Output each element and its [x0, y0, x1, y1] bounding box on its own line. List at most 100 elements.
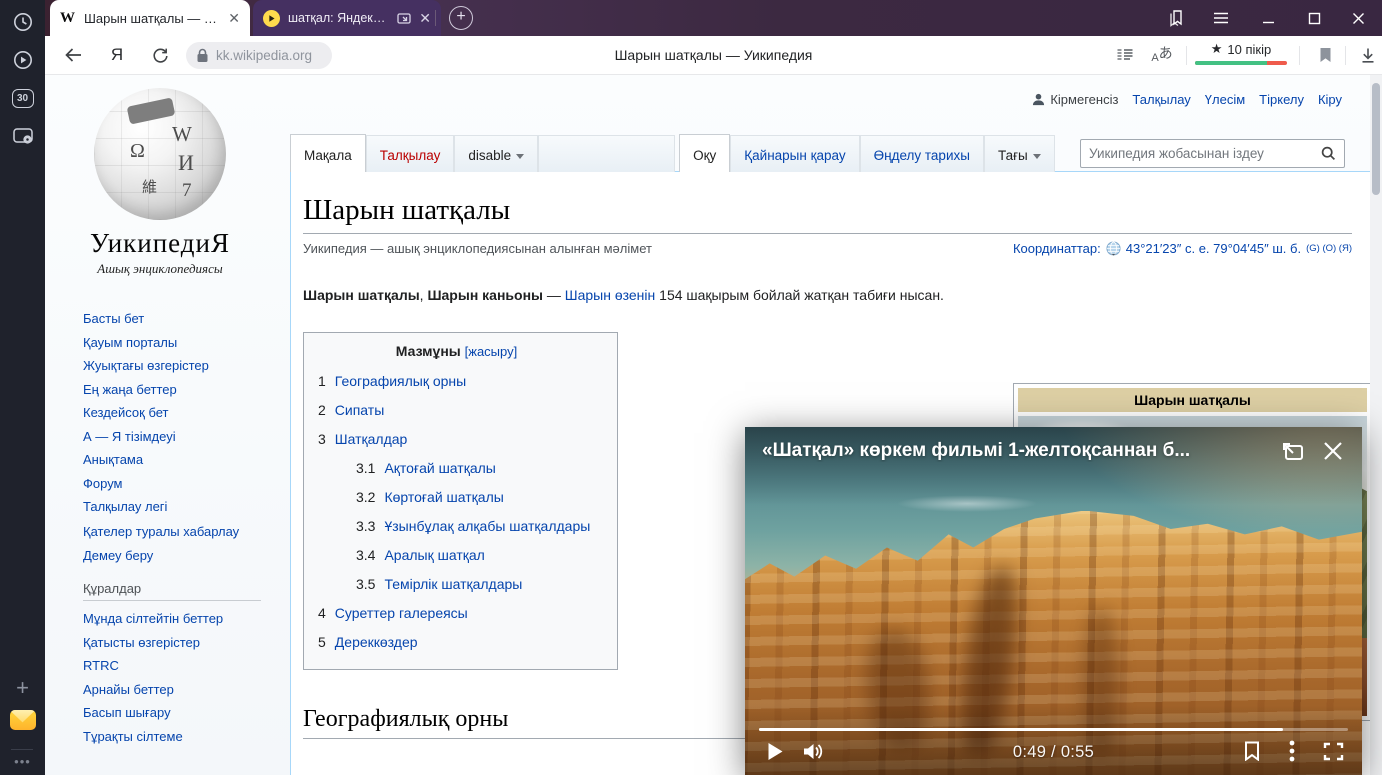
charyn-river-link[interactable]: Шарын өзенін	[565, 287, 656, 303]
close-video-icon[interactable]	[1322, 439, 1344, 463]
video-bookmark-icon[interactable]	[1234, 729, 1270, 773]
chevron-down-icon	[1033, 154, 1041, 159]
sidebar-link[interactable]: Талқылау легі	[83, 499, 167, 514]
sidebar-link[interactable]: Демеу беру	[83, 548, 153, 563]
browser-tab-video[interactable]: шатқал: Яндекс.Виде ✕	[253, 0, 441, 36]
rating-bar	[1195, 61, 1287, 65]
sidebar-link[interactable]: Ең жаңа беттер	[83, 382, 177, 397]
address-bar: Я kk.wikipedia.org Шарын шатқалы — Уикип…	[45, 36, 1382, 75]
wiki-search-input[interactable]	[1089, 146, 1321, 161]
video-top-scrim	[745, 427, 1362, 505]
calendar-day-label: 30	[12, 89, 34, 108]
coordinates-value[interactable]: 43°21′23″ с. е. 79°04′45″ ш. б.	[1126, 241, 1301, 256]
sidebar-link[interactable]: А — Я тізімдеуі	[83, 429, 176, 444]
wikipedia-logo[interactable]: W Ω И 維 7 УикипедиЯ Ашық энциклопедиясы	[60, 88, 260, 277]
reader-mode-icon[interactable]	[1110, 36, 1140, 74]
translate-icon[interactable]: Aあ	[1145, 36, 1179, 74]
anonymous-user: Кірмегенсіз	[1032, 92, 1118, 107]
scrollbar-thumb[interactable]	[1372, 83, 1380, 195]
sidebar-link[interactable]: Басты бет	[83, 311, 144, 326]
history-clock-icon[interactable]	[0, 6, 45, 38]
new-tab-button[interactable]: +	[449, 6, 473, 30]
sidebar-add-icon[interactable]: +	[0, 672, 45, 704]
table-of-contents: Мазмұны [жасыру] 1Географиялық орны 2Сип…	[303, 332, 618, 670]
pip-video-player[interactable]: «Шатқал» көркем фильмі 1-желтоқсаннан б.…	[745, 427, 1362, 775]
page-scrollbar[interactable]	[1370, 75, 1382, 775]
download-icon[interactable]	[1353, 36, 1382, 74]
tab-more[interactable]: Тағы	[984, 135, 1055, 172]
video-play-icon[interactable]	[0, 44, 45, 76]
intro-paragraph: Шарын шатқалы, Шарын каньоны — Шарын өзе…	[303, 282, 973, 308]
bookmark-flag-icon[interactable]	[1309, 36, 1341, 74]
tab-read[interactable]: Оқу	[679, 134, 730, 172]
tools-link[interactable]: RTRC	[83, 658, 119, 673]
infobox-title: Шарын шатқалы	[1018, 388, 1367, 412]
tab-blank[interactable]	[538, 135, 675, 172]
browser-tab-wikipedia[interactable]: W Шарын шатқалы — Уик ✕	[50, 0, 250, 36]
puzzle-globe-icon: W Ω И 維 7	[94, 88, 226, 220]
logo-subtitle: Ашық энциклопедиясы	[60, 261, 260, 277]
calendar-icon[interactable]: 30	[0, 82, 45, 114]
personal-link-contribs[interactable]: Үлесім	[1205, 92, 1245, 107]
sidebar-divider	[11, 749, 33, 750]
personal-bar: Кірмегенсіз Талқылау Үлесім Тіркелу Кіру	[1032, 92, 1342, 107]
tools-link[interactable]: Қатысты өзгерістер	[83, 635, 200, 650]
globe-icon[interactable]	[1106, 241, 1121, 256]
toc-item: 4Суреттер галереясы	[318, 599, 595, 628]
tools-link[interactable]: Тұрақты сілтеме	[83, 729, 183, 744]
personal-link-talk[interactable]: Талқылау	[1132, 92, 1190, 107]
coordinates-services[interactable]: (G) (O) (Я)	[1306, 243, 1352, 254]
exit-pip-icon[interactable]	[1280, 439, 1306, 463]
pip-icon[interactable]	[397, 12, 411, 25]
personal-link-register[interactable]: Тіркелу	[1259, 92, 1304, 107]
sidebar-link[interactable]: Жуықтағы өзгерістер	[83, 358, 209, 373]
sidebar-more-icon[interactable]: •••	[0, 754, 45, 769]
site-rating[interactable]: ★ 10 пікір	[1195, 41, 1287, 71]
toc-item: 3.5Темірлік шатқалдары	[318, 570, 595, 599]
yandex-mail-icon[interactable]	[0, 706, 45, 734]
toc-item: 5Дереккөздер	[318, 628, 595, 657]
toc-item: 3.1Ақтоғай шатқалы	[318, 454, 595, 483]
video-more-icon[interactable]	[1274, 729, 1310, 773]
tools-section-title: Құралдар	[83, 581, 261, 601]
side-panels-icon[interactable]	[1157, 0, 1197, 36]
yandex-button[interactable]: Я	[103, 36, 131, 74]
tab-close-icon[interactable]: ✕	[228, 11, 240, 25]
url-field[interactable]: kk.wikipedia.org	[186, 42, 332, 69]
toc-hide-link[interactable]: [жасыру]	[465, 344, 518, 359]
tools-link[interactable]: Басып шығару	[83, 705, 171, 720]
back-icon[interactable]	[57, 36, 89, 74]
video-progress-fill	[759, 728, 1283, 731]
minimize-button[interactable]	[1248, 0, 1288, 36]
menu-icon[interactable]	[1201, 0, 1241, 36]
tools-link[interactable]: Арнайы беттер	[83, 682, 174, 697]
divider	[1299, 46, 1300, 65]
search-icon[interactable]	[1321, 146, 1336, 161]
toc-title: Мазмұны	[396, 343, 461, 359]
tools-link[interactable]: Мұнда сілтейтін беттер	[83, 611, 223, 626]
fullscreen-icon[interactable]	[1314, 729, 1352, 773]
sidebar-link[interactable]: Қауым порталы	[83, 335, 177, 350]
sidebar-link[interactable]: Қателер туралы хабарлау	[83, 524, 239, 539]
toc-item: 1Географиялық орны	[318, 367, 595, 396]
tab-view-source[interactable]: Қайнарын қарау	[730, 135, 859, 172]
tab-talk[interactable]: Талқылау	[366, 135, 455, 172]
screenshot-icon[interactable]	[0, 120, 45, 152]
coordinates-label[interactable]: Координаттар:	[1013, 241, 1101, 256]
tab-close-icon[interactable]: ✕	[419, 11, 431, 25]
tab-history[interactable]: Өңделу тарихы	[860, 135, 984, 172]
tab-article[interactable]: Мақала	[290, 134, 366, 172]
tab-separator	[435, 10, 436, 26]
lock-icon[interactable]	[196, 48, 209, 63]
sidebar-link[interactable]: Форум	[83, 476, 123, 491]
personal-link-login[interactable]: Кіру	[1318, 92, 1342, 107]
chevron-down-icon	[516, 154, 524, 159]
sidebar-link[interactable]: Кездейсоқ бет	[83, 405, 169, 420]
rating-label: 10 пікір	[1227, 42, 1271, 57]
close-window-button[interactable]	[1338, 0, 1378, 36]
sidebar-link[interactable]: Анықтама	[83, 452, 143, 467]
maximize-button[interactable]	[1294, 0, 1334, 36]
toc-item: 2Сипаты	[318, 396, 595, 425]
refresh-icon[interactable]	[145, 36, 175, 74]
tab-gadget-disable[interactable]: disable	[454, 135, 538, 172]
